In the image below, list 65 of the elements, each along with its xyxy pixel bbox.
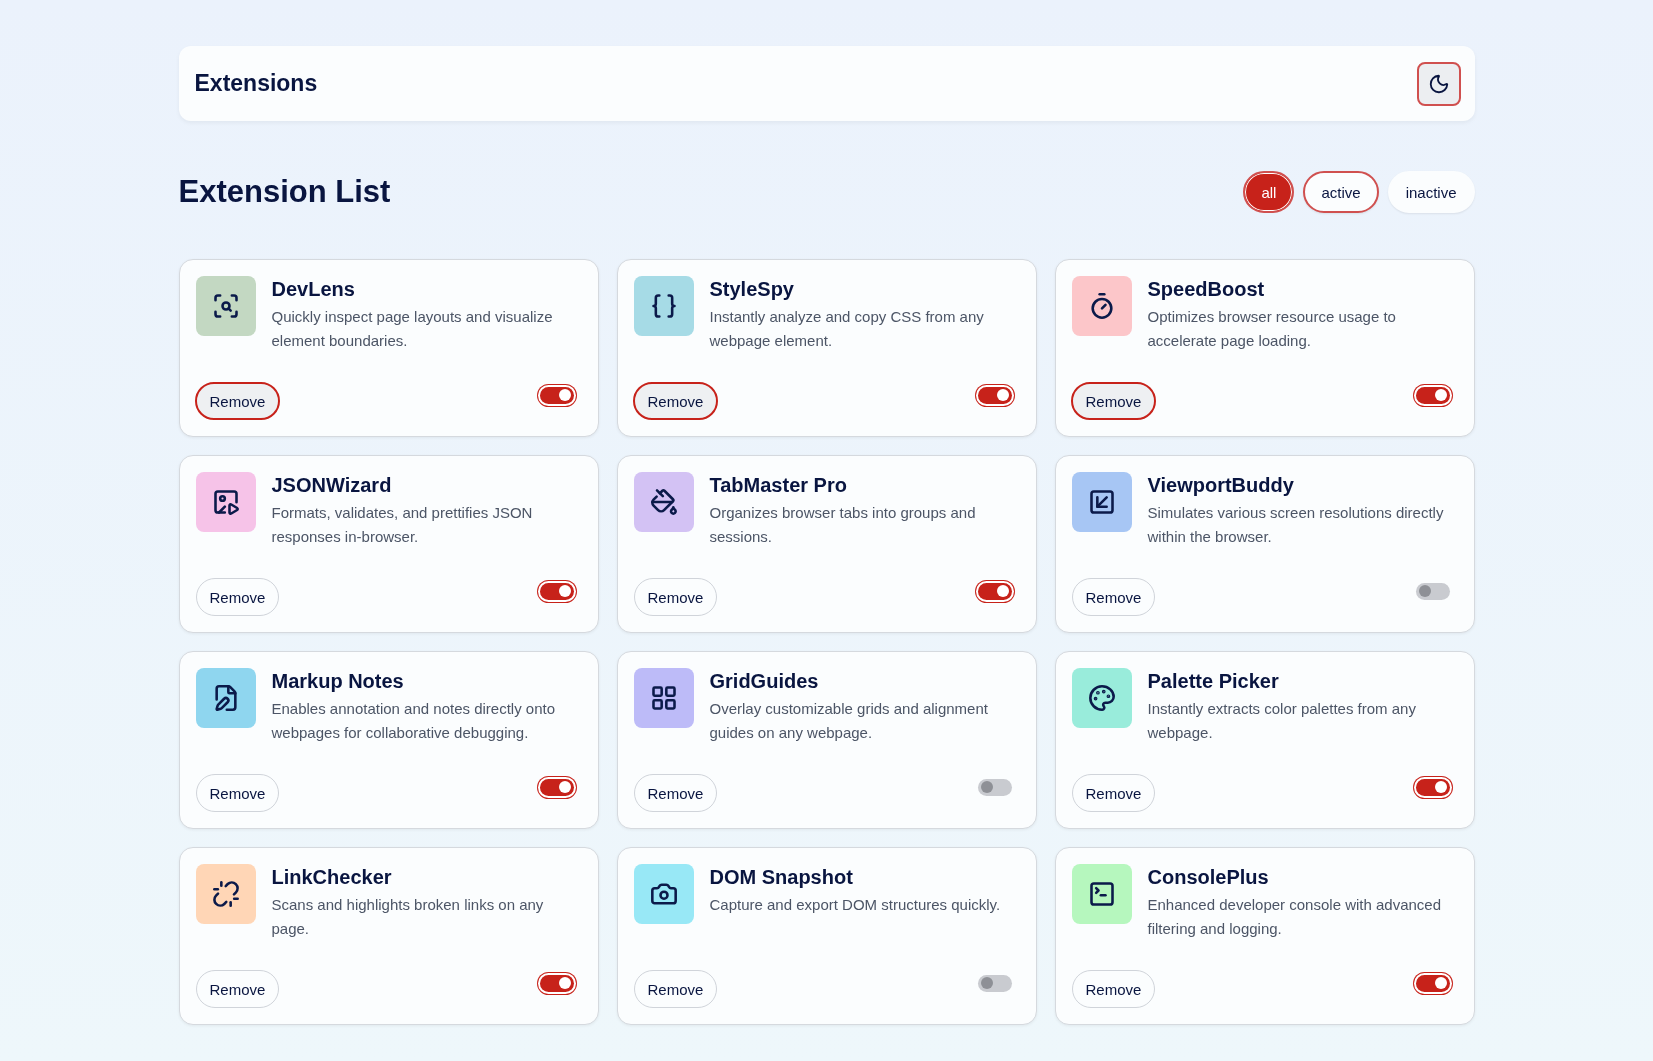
- toggle-switch[interactable]: [977, 974, 1012, 992]
- extension-description: Overlay customizable grids and alignment guides on any webpage.: [709, 699, 989, 743]
- extension-name: DOM Snapshot: [709, 866, 854, 889]
- extension-description: Instantly extracts color palettes from any webpage.: [1147, 699, 1417, 743]
- toggle-switch[interactable]: [977, 778, 1012, 796]
- toggle-switch[interactable]: [977, 386, 1012, 404]
- remove-button[interactable]: Remove: [195, 578, 280, 616]
- extension-description: Instantly analyze and copy CSS from any webpage element.: [709, 307, 985, 351]
- extension-name: StyleSpy: [709, 278, 795, 301]
- extension-name: ViewportBuddy: [1147, 474, 1295, 497]
- extension-description: Scans and highlights broken links on any page.: [271, 895, 545, 939]
- filter-tab[interactable]: active: [1303, 171, 1379, 213]
- remove-button[interactable]: Remove: [194, 382, 281, 420]
- remove-button[interactable]: Remove: [633, 774, 718, 812]
- terminal-icon: [1087, 880, 1116, 908]
- extension-description: Quickly inspect page layouts and visualize element boundaries.: [271, 307, 554, 351]
- toggle-switch[interactable]: [977, 582, 1012, 600]
- extension-name: Markup Notes: [271, 670, 405, 693]
- extension-description: Enables annotation and notes directly onto webpages for collaborative debugging.: [271, 699, 557, 743]
- remove-button[interactable]: Remove: [1070, 382, 1157, 420]
- extension-description: Optimizes browser resource usage to accelerate page loading.: [1147, 307, 1397, 351]
- remove-button[interactable]: Remove: [195, 774, 280, 812]
- extension-description: Organizes browser tabs into groups and sessions.: [709, 503, 977, 547]
- palette-icon: [1087, 684, 1116, 712]
- toggle-switch[interactable]: [1415, 974, 1450, 992]
- extension-name: Palette Picker: [1147, 670, 1280, 693]
- toggle-switch[interactable]: [1415, 386, 1450, 404]
- section-title: Extension List: [178, 174, 391, 210]
- grid-icon: [649, 684, 678, 712]
- extension-name: JSONWizard: [271, 474, 393, 497]
- extension-name: ConsolePlus: [1147, 866, 1270, 889]
- remove-button[interactable]: Remove: [1071, 578, 1156, 616]
- toggle-switch[interactable]: [539, 778, 574, 796]
- extension-name: LinkChecker: [271, 866, 393, 889]
- broken-link-icon: [211, 880, 240, 908]
- extension-description: Capture and export DOM structures quickly.: [709, 895, 1001, 915]
- remove-button[interactable]: Remove: [632, 382, 719, 420]
- bucket-icon: [649, 488, 678, 516]
- extension-name: DevLens: [271, 278, 356, 301]
- remove-button[interactable]: Remove: [195, 970, 280, 1008]
- toggle-switch[interactable]: [539, 386, 574, 404]
- braces-icon: [649, 292, 678, 320]
- toggle-switch[interactable]: [539, 974, 574, 992]
- extension-description: Enhanced developer console with advanced filtering and logging.: [1147, 895, 1443, 939]
- scan-search-icon: [211, 292, 240, 320]
- extension-description: Simulates various screen resolutions directly within the browser.: [1147, 503, 1445, 547]
- toggle-switch[interactable]: [539, 582, 574, 600]
- app-title: Extensions: [194, 70, 318, 97]
- theme-toggle-button[interactable]: [1416, 61, 1461, 106]
- toggle-switch[interactable]: [1415, 582, 1450, 600]
- remove-button[interactable]: Remove: [633, 578, 718, 616]
- extension-name: TabMaster Pro: [709, 474, 848, 497]
- image-icon: [211, 488, 240, 516]
- arrow-square-icon: [1087, 488, 1116, 516]
- extension-name: GridGuides: [709, 670, 820, 693]
- remove-button[interactable]: Remove: [633, 970, 718, 1008]
- filter-tab[interactable]: inactive: [1387, 171, 1475, 213]
- remove-button[interactable]: Remove: [1071, 774, 1156, 812]
- camera-icon: [649, 880, 678, 908]
- filter-tab[interactable]: all: [1243, 171, 1295, 213]
- moon-icon: [1427, 72, 1450, 95]
- remove-button[interactable]: Remove: [1071, 970, 1156, 1008]
- toggle-switch[interactable]: [1415, 778, 1450, 796]
- extension-name: SpeedBoost: [1147, 278, 1266, 301]
- extension-description: Formats, validates, and prettifies JSON responses in-browser.: [271, 503, 534, 547]
